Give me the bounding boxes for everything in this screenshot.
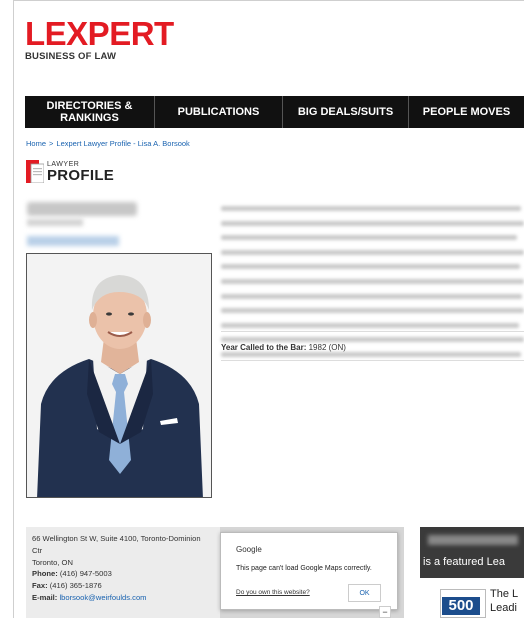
lexpert-logo[interactable]: LEXPERT BUSINESS OF LAW — [25, 15, 174, 62]
firm-link-redacted[interactable] — [27, 236, 119, 246]
logo-wordmark: LEXPERT — [25, 15, 174, 52]
badge-side-text: The L Leadi — [490, 587, 518, 615]
nav-people-moves[interactable]: PEOPLE MOVES — [409, 96, 524, 128]
dialog-title: Google — [236, 545, 262, 554]
featured-text: is a featured Lea — [423, 556, 505, 568]
breadcrumb: Home > Lexpert Lawyer Profile - Lisa A. Bo… — [26, 139, 190, 148]
contact-info: 66 Wellington St W, Suite 4100, Toronto-… — [32, 533, 212, 604]
map-error-dialog: Google This page can't load Google Maps … — [220, 532, 398, 610]
badge-big-label: PROFILE — [47, 166, 115, 184]
featured-name-redacted — [428, 535, 518, 545]
lexpert-500-badge[interactable]: 500 — [440, 589, 486, 618]
address-line: 66 Wellington St W, Suite 4100, Toronto-… — [32, 534, 201, 555]
badge-side-line-1: The L — [490, 588, 519, 600]
featured-lawyer-panel: is a featured Lea 500 The L Leadi — [420, 527, 524, 618]
lawyer-photo — [26, 253, 212, 498]
fax-value: (416) 365-1876 — [49, 581, 102, 591]
phone-value: (416) 947-5003 — [59, 569, 112, 579]
divider — [221, 331, 524, 332]
ok-button[interactable]: OK — [348, 584, 381, 602]
main-nav: DIRECTORIES & RANKINGS PUBLICATIONS BIG … — [25, 96, 524, 128]
lawyer-profile-badge: LAWYER PROFILE — [26, 160, 115, 184]
phone-label: Phone: — [32, 569, 58, 579]
breadcrumb-separator: > — [49, 139, 54, 148]
city-line: Toronto, ON — [32, 557, 73, 567]
featured-header: is a featured Lea — [420, 527, 524, 578]
divider — [221, 360, 524, 361]
breadcrumb-home[interactable]: Home — [26, 139, 46, 148]
badge-number: 500 — [442, 597, 480, 615]
fax-label: Fax: — [32, 581, 48, 591]
lawyer-name-redacted — [27, 202, 137, 216]
year-value: 1982 (ON) — [308, 343, 346, 352]
logo-tagline: BUSINESS OF LAW — [25, 51, 117, 62]
email-label: E-mail: — [32, 592, 58, 602]
year-label: Year Called to the Bar: — [221, 343, 307, 352]
zoom-out-button[interactable]: − — [379, 606, 391, 618]
nav-publications[interactable]: PUBLICATIONS — [155, 96, 283, 128]
dialog-message: This page can't load Google Maps correct… — [236, 565, 372, 572]
nav-directories-rankings[interactable]: DIRECTORIES & RANKINGS — [25, 96, 155, 128]
document-icon — [26, 160, 45, 184]
own-website-link[interactable]: Do you own this website? — [236, 589, 310, 596]
nav-big-deals-suits[interactable]: BIG DEALS/SUITS — [283, 96, 409, 128]
email-link[interactable]: lborsook@weirfoulds.com — [59, 593, 146, 602]
year-called-to-bar: Year Called to the Bar: 1982 (ON) — [221, 343, 346, 352]
badge-side-line-2: Leadi — [490, 602, 517, 614]
lawyer-title-redacted — [27, 219, 83, 226]
breadcrumb-current[interactable]: Lexpert Lawyer Profile - Lisa A. Borsook — [56, 139, 189, 148]
